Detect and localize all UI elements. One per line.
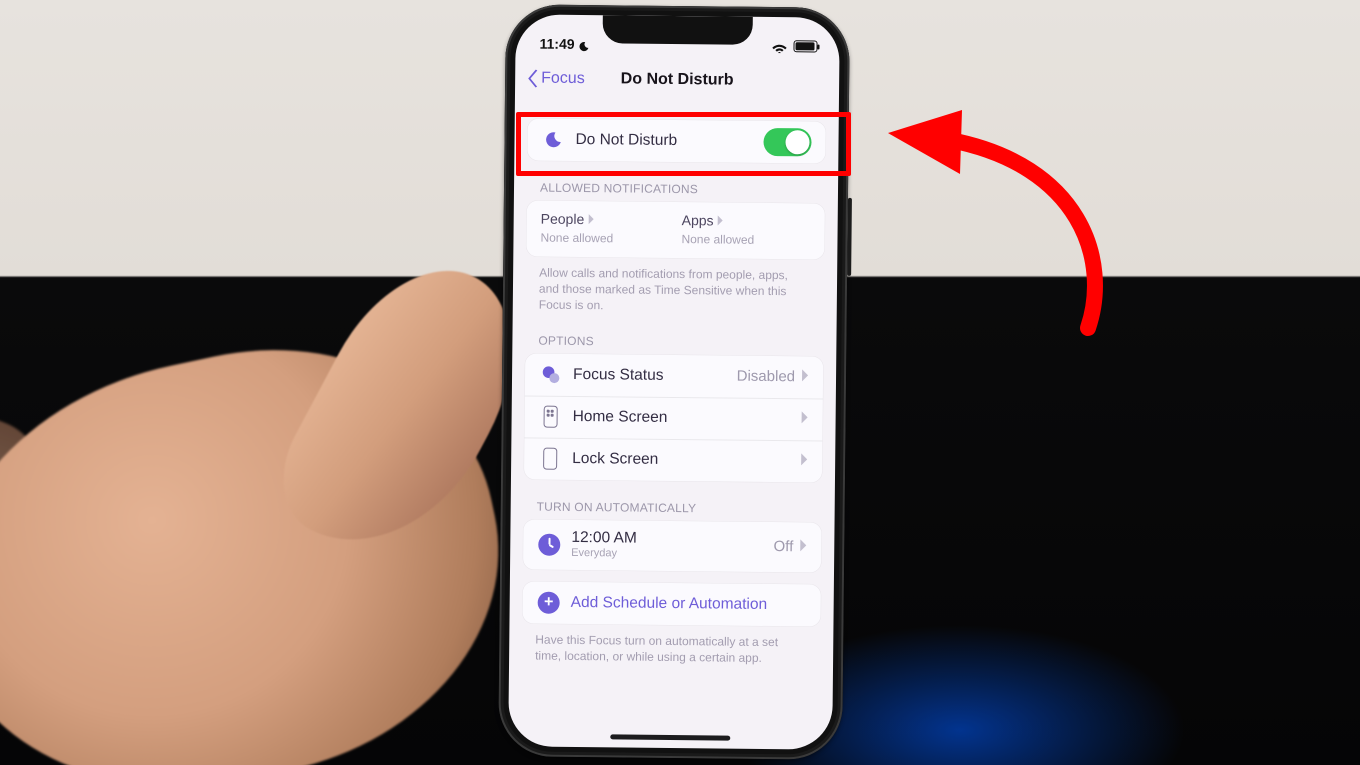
focus-status-value: Disabled [737,368,796,386]
add-schedule-row[interactable]: + Add Schedule or Automation [522,581,820,626]
back-label: Focus [541,70,585,88]
allowed-header: ALLOWED NOTIFICATIONS [514,160,838,203]
home-screen-icon [539,406,563,428]
battery-icon [793,40,817,52]
chevron-right-icon [587,211,594,227]
iphone-screen: 11:49 Focus Do Not Dist [508,14,840,749]
allowed-caption: Allow calls and notifications from peopl… [513,256,838,316]
dnd-switch[interactable] [763,128,811,157]
options-group: Focus Status Disabled Home Screen [524,353,823,482]
allowed-apps-label: Apps [682,212,714,228]
schedule-time: 12:00 AM [571,529,773,549]
chevron-right-icon [801,368,809,386]
automation-caption: Have this Focus turn on automatically at… [509,623,833,667]
automation-header: TURN ON AUTOMATICALLY [511,479,835,522]
scene-root: 11:49 Focus Do Not Dist [0,0,1360,765]
schedule-state: Off [773,538,793,555]
dnd-toggle-row[interactable]: Do Not Disturb [527,118,825,163]
schedule-row[interactable]: 12:00 AM Everyday Off [523,519,822,572]
schedule-repeat: Everyday [571,547,773,562]
allowed-group: People None allowed Apps None allowed [526,200,825,259]
nav-title: Do Not Disturb [621,70,734,89]
add-schedule-group: + Add Schedule or Automation [522,581,820,626]
back-button[interactable]: Focus [527,69,585,88]
moon-icon [541,131,565,149]
allowed-people-value: None allowed [540,231,669,246]
settings-content: Do Not Disturb ALLOWED NOTIFICATIONS Peo… [508,104,839,749]
plus-icon: + [537,591,561,613]
dnd-label: Do Not Disturb [575,131,763,151]
focus-status-row[interactable]: Focus Status Disabled [525,353,823,398]
allowed-apps[interactable]: Apps None allowed [681,212,810,247]
nav-bar: Focus Do Not Disturb [515,58,839,101]
lock-screen-label: Lock Screen [572,450,800,470]
chevron-right-icon [799,538,807,556]
status-moon-icon [579,38,590,49]
status-time: 11:49 [539,36,574,52]
allowed-apps-value: None allowed [681,232,810,247]
clock-icon [537,533,561,555]
pointer-arrow [870,110,1120,340]
chevron-right-icon [801,410,809,428]
home-screen-row[interactable]: Home Screen [524,395,822,440]
focus-status-label: Focus Status [573,366,737,386]
dnd-group: Do Not Disturb [527,118,825,163]
lock-screen-icon [538,448,562,470]
notch [603,15,753,45]
home-screen-label: Home Screen [573,408,801,428]
add-schedule-label: Add Schedule or Automation [571,593,807,613]
lock-screen-row[interactable]: Lock Screen [524,437,822,482]
hand [0,300,520,765]
options-header: OPTIONS [512,313,836,356]
chevron-right-icon [717,212,724,228]
schedule-group: 12:00 AM Everyday Off [523,519,822,572]
allowed-people[interactable]: People None allowed [540,211,669,246]
wifi-icon [771,40,787,52]
chevron-right-icon [800,452,808,470]
allowed-people-label: People [541,211,585,227]
focus-status-icon [539,364,563,384]
iphone-frame: 11:49 Focus Do Not Dist [498,4,850,760]
